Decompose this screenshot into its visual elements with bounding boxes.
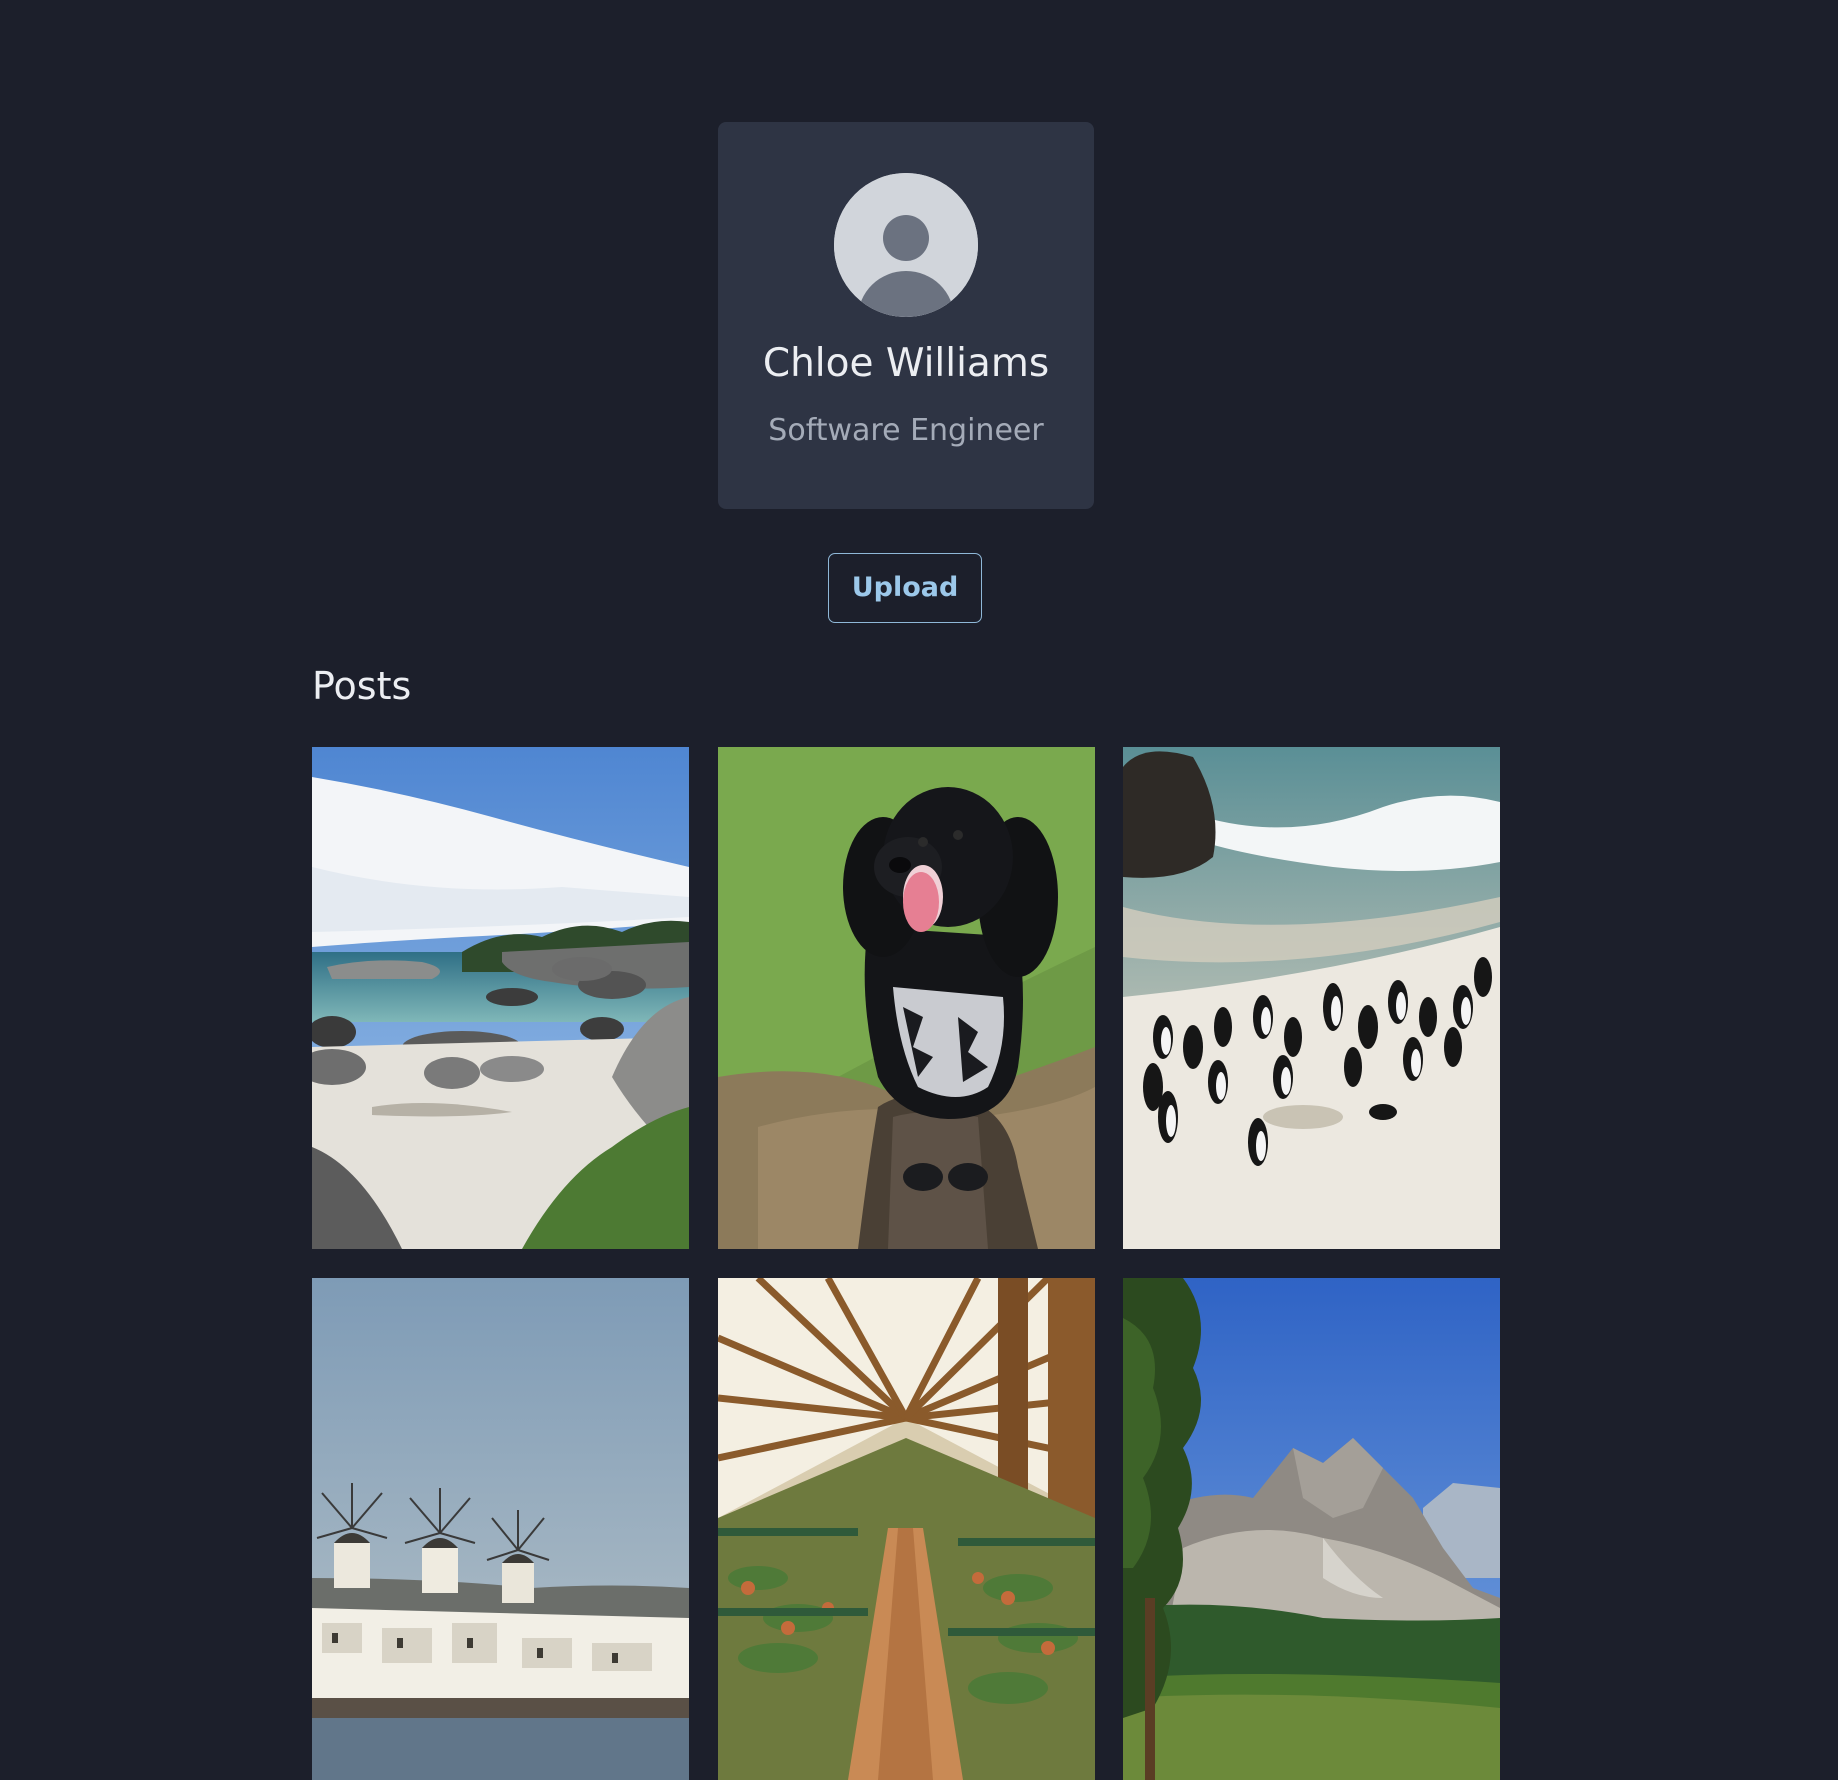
- post-image-penguins[interactable]: [1123, 747, 1500, 1249]
- post-image-mountains[interactable]: [1123, 1278, 1500, 1780]
- post-image-dog[interactable]: [718, 747, 1095, 1249]
- post-image-windmills[interactable]: [312, 1278, 689, 1780]
- profile-page: Chloe Williams Software Engineer Upload …: [0, 0, 1838, 1780]
- posts-heading: Posts: [312, 664, 412, 708]
- avatar: [834, 173, 978, 317]
- upload-button[interactable]: Upload: [828, 553, 982, 623]
- profile-card: Chloe Williams Software Engineer: [718, 122, 1094, 509]
- profile-role: Software Engineer: [768, 413, 1044, 448]
- post-image-greenhouse[interactable]: [718, 1278, 1095, 1780]
- profile-name: Chloe Williams: [762, 341, 1050, 386]
- user-icon: [834, 173, 978, 317]
- post-image-beach[interactable]: [312, 747, 689, 1249]
